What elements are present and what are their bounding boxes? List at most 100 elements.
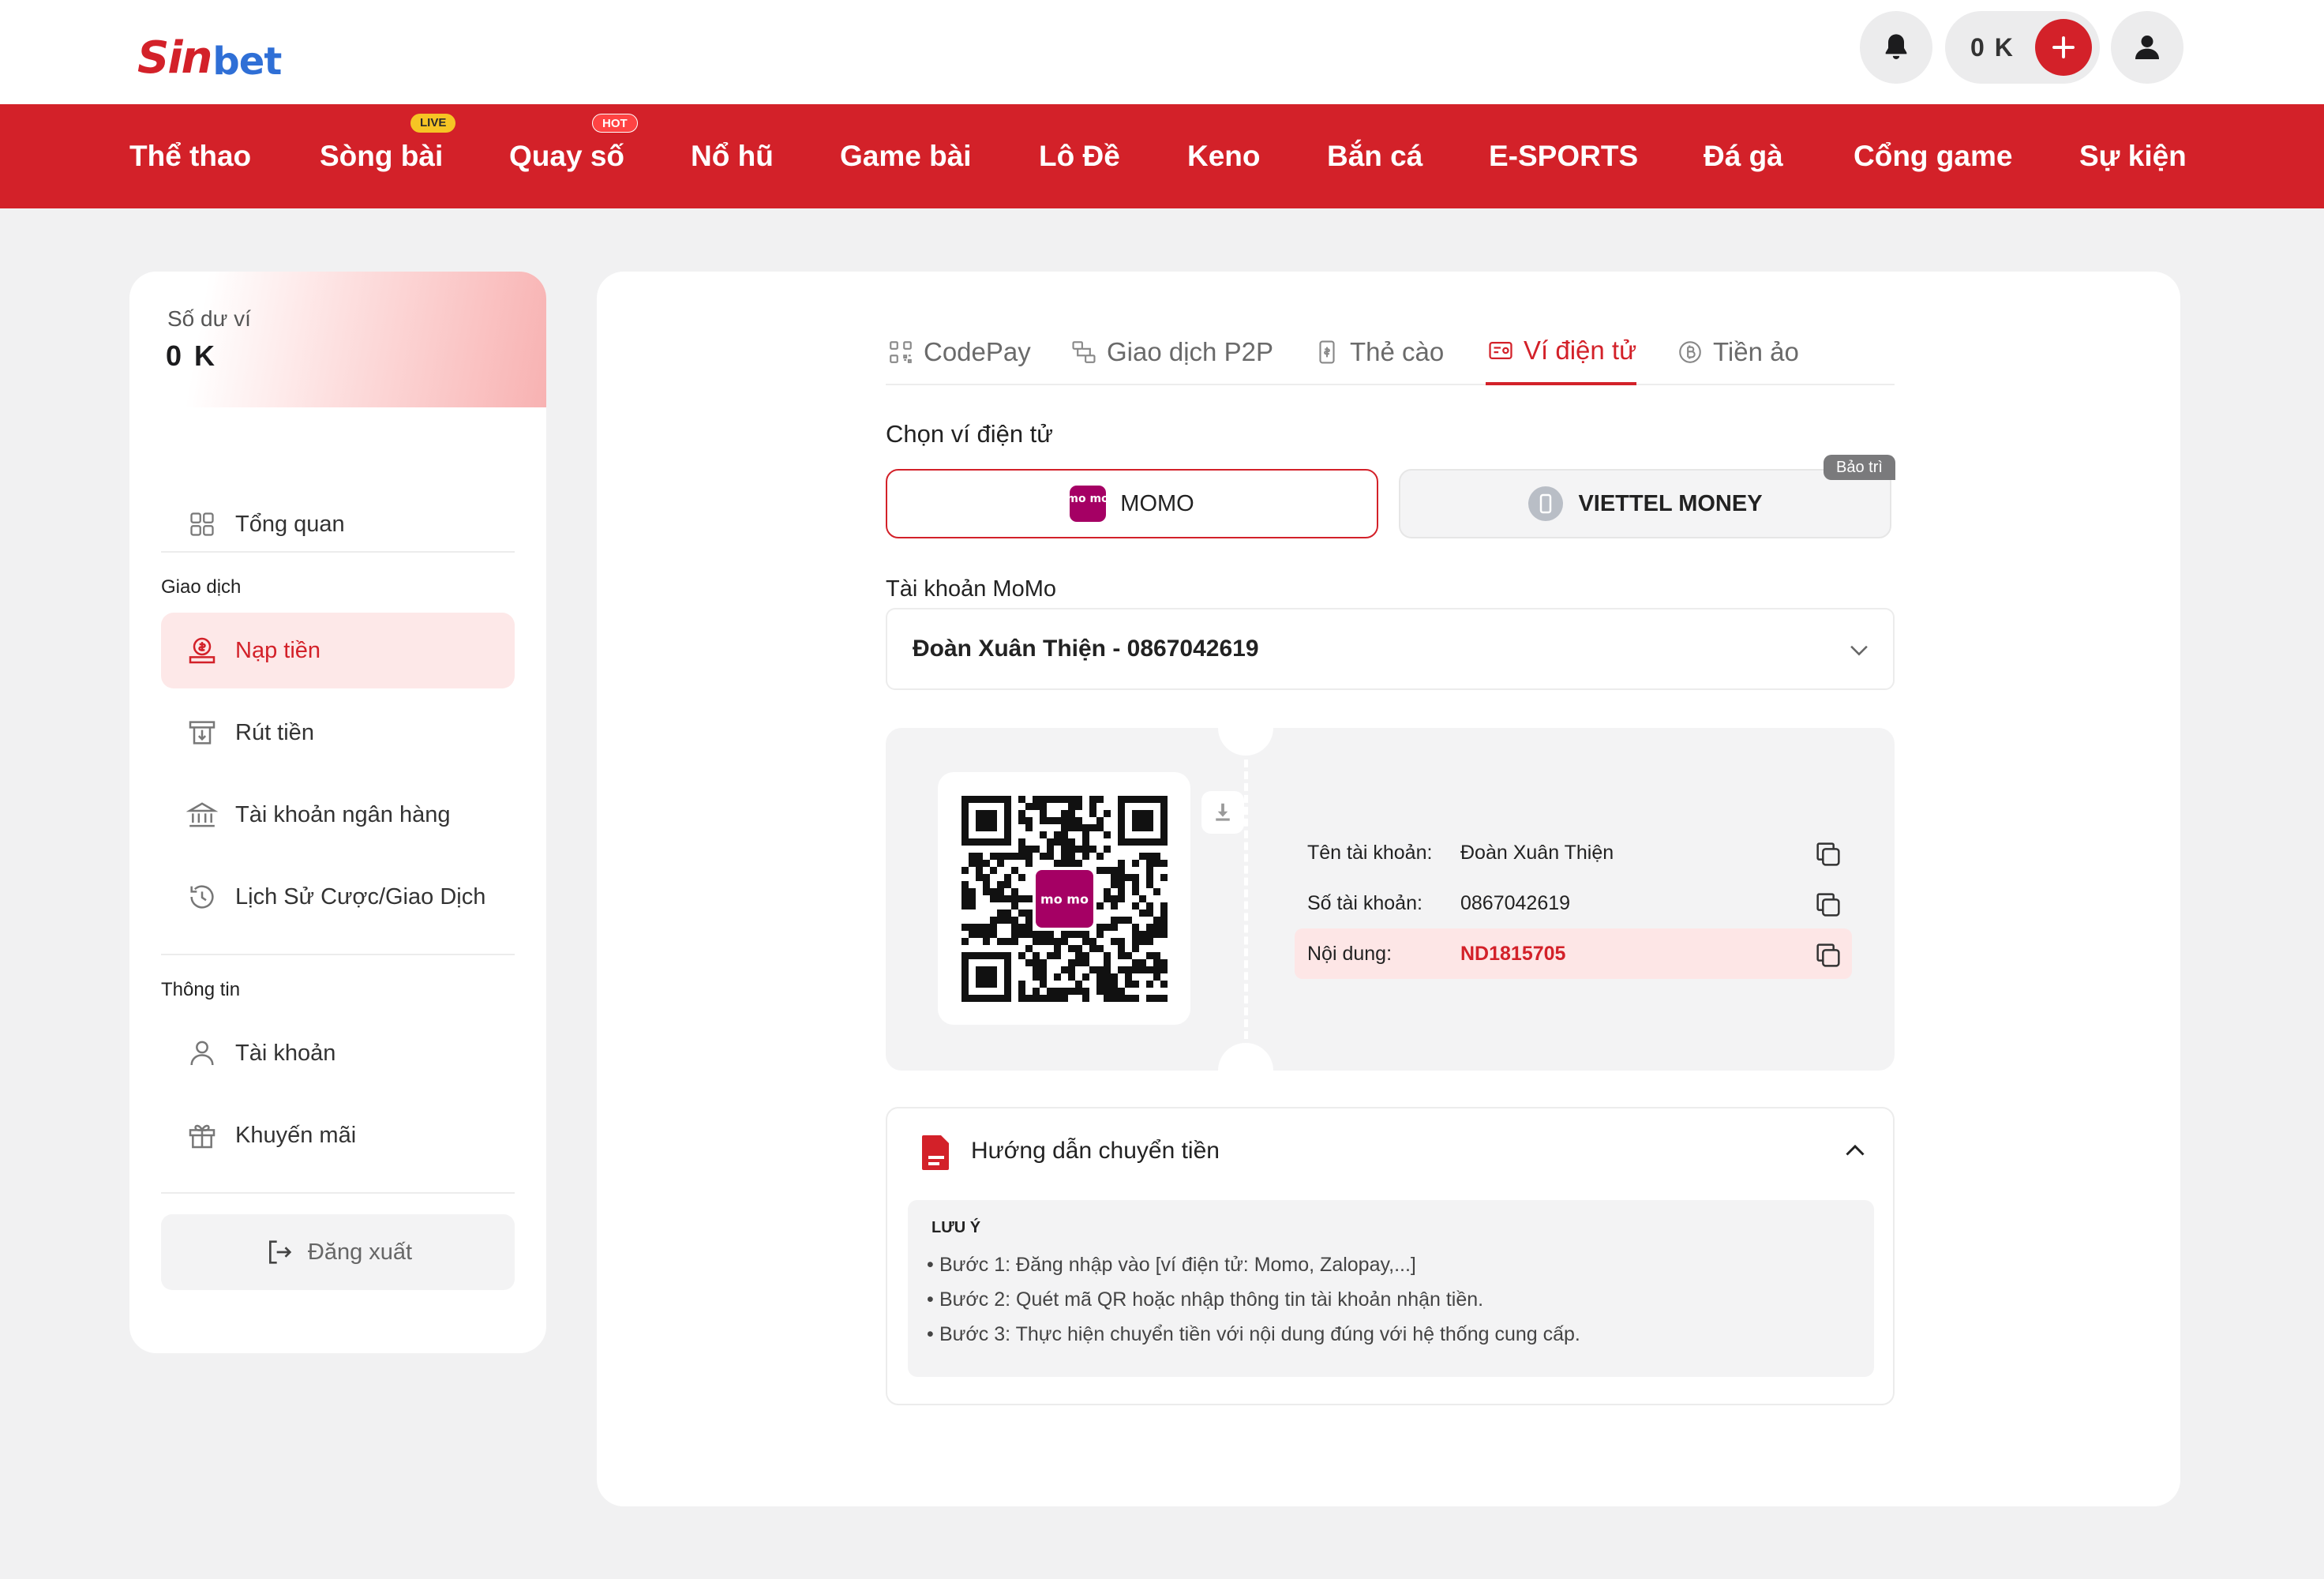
copy-icon[interactable] (1812, 838, 1844, 870)
tab-label: Giao dịch P2P (1107, 337, 1273, 366)
nav-sports[interactable]: Thể thao (129, 104, 251, 208)
nav-fishing[interactable]: Bắn cá (1327, 104, 1423, 208)
tab-e-wallet[interactable]: Ví điện tử (1486, 319, 1637, 385)
qr-momo-logo-text: mo mo (1040, 892, 1089, 907)
guide-note-box: LƯU Ý Bước 1: Đăng nhập vào [ví điện tử:… (908, 1200, 1874, 1377)
sidebar-item-label: Tài khoản (235, 1040, 336, 1066)
tab-label: Tiền ảo (1713, 337, 1799, 366)
divider (161, 551, 515, 553)
guide-step: Bước 1: Đăng nhập vào [ví điện tử: Momo,… (927, 1254, 1416, 1277)
wallet-balance-label: Số dư ví (167, 306, 251, 331)
nav-card-games[interactable]: Game bài (840, 104, 972, 208)
tab-label: Ví điện tử (1524, 336, 1637, 365)
sidebar-item-promotions[interactable]: Khuyến mãi (161, 1097, 515, 1173)
tab-codepay[interactable]: CodePay (886, 319, 1031, 385)
download-icon (1216, 803, 1230, 821)
nav-events[interactable]: Sự kiện (2079, 104, 2187, 208)
header-balance[interactable]: 0 K (1945, 11, 2100, 84)
sidebar-item-label: Tài khoản ngân hàng (235, 801, 451, 827)
nav-game-portal[interactable]: Cổng game (1854, 104, 2012, 208)
chevron-down-icon (1850, 645, 1868, 656)
nav-keno[interactable]: Keno (1187, 104, 1261, 208)
momo-icon: mo mo (1070, 486, 1107, 522)
ticket-perforation (1244, 759, 1248, 1039)
logo-text-bet: bet (212, 39, 282, 84)
section-transactions: Giao dịch (161, 576, 242, 598)
account-sidebar: Số dư ví 0 K Tổng quan Giao dịch Nạp tiề… (129, 272, 546, 1353)
logout-button[interactable]: Đăng xuất (161, 1214, 515, 1290)
copy-icon[interactable] (1812, 889, 1844, 921)
sidebar-item-label: Tổng quan (235, 511, 345, 537)
section-info: Thông tin (161, 979, 241, 1000)
sidebar-item-label: Khuyến mãi (235, 1122, 357, 1148)
history-icon (182, 876, 223, 917)
momo-account-select[interactable]: Đoàn Xuân Thiện - 0867042619 (886, 608, 1895, 690)
payment-method-tabs: CodePay Giao dịch P2P Thẻ cào Ví điện tử… (886, 319, 1895, 385)
account-number-row: Số tài khoản: 0867042619 (1295, 878, 1852, 928)
download-qr-button[interactable] (1201, 791, 1244, 834)
wallet-option-label: MOMO (1120, 490, 1194, 516)
ewallet-icon (1486, 336, 1516, 366)
transfer-content-label: Nội dung: (1307, 943, 1393, 965)
wallet-option-momo[interactable]: mo mo MOMO (886, 469, 1378, 538)
account-select-value: Đoàn Xuân Thiện - 0867042619 (913, 636, 1259, 662)
sidebar-item-account[interactable]: Tài khoản (161, 1015, 515, 1091)
sidebar-item-history[interactable]: Lịch Sử Cược/Giao Dịch (161, 859, 515, 935)
sidebar-item-deposit[interactable]: Nạp tiền (161, 613, 515, 688)
logo-text-sin: Sin (137, 32, 212, 84)
user-menu-button[interactable] (2111, 11, 2183, 84)
ticket-notch-bottom (1218, 1043, 1273, 1098)
payment-info-ticket: mo mo Tên tài khoản: Đoàn Xuân Thiện Số … (886, 700, 1895, 1098)
tab-p2p[interactable]: Giao dịch P2P (1069, 319, 1273, 385)
sidebar-item-label: Nạp tiền (235, 637, 321, 663)
tab-label: Thẻ cào (1350, 337, 1445, 366)
guide-step: Bước 3: Thực hiện chuyển tiền với nội du… (927, 1323, 1580, 1346)
chevron-up-icon[interactable] (1841, 1137, 1869, 1165)
transfer-guide-title: Hướng dẫn chuyển tiền (971, 1138, 1220, 1164)
tab-scratch-card[interactable]: Thẻ cào (1312, 319, 1444, 385)
nav-lode[interactable]: Lô Đề (1039, 104, 1120, 208)
account-name-value: Đoàn Xuân Thiện (1460, 842, 1614, 864)
nav-esports[interactable]: E-SPORTS (1489, 104, 1638, 208)
plus-icon (2052, 36, 2075, 58)
nav-slots[interactable]: Nổ hũ (691, 104, 774, 208)
main-nav: Thể thao Sòng bài LIVE Quay số HOT Nổ hũ… (0, 104, 2324, 208)
add-funds-button[interactable] (2035, 19, 2092, 76)
account-name-label: Tên tài khoản: (1307, 842, 1433, 864)
account-number-value: 0867042619 (1460, 892, 1571, 914)
header-balance-value: 0 K (1970, 33, 2015, 62)
p2p-icon (1069, 337, 1099, 367)
live-badge: LIVE (410, 114, 456, 133)
transfer-content-row: Nội dung: ND1815705 (1295, 928, 1852, 979)
grid-icon (182, 504, 223, 545)
viettel-money-icon (1527, 486, 1564, 522)
user-icon (182, 1033, 223, 1074)
logout-label: Đăng xuất (307, 1239, 413, 1265)
momo-logo-text: mo mo (1070, 493, 1106, 505)
document-icon (922, 1135, 949, 1170)
choose-wallet-title: Chọn ví điện tử (886, 420, 1054, 448)
copy-icon[interactable] (1812, 940, 1844, 971)
sidebar-item-bank-accounts[interactable]: Tài khoản ngân hàng (161, 777, 515, 853)
qr-code: mo mo (961, 796, 1168, 1002)
sinbet-logo[interactable]: Sin bet (137, 21, 282, 84)
gift-icon (182, 1115, 223, 1156)
account-label: Tài khoản MoMo (886, 576, 1056, 602)
guide-step: Bước 2: Quét mã QR hoặc nhập thông tin t… (927, 1288, 1483, 1311)
account-name-row: Tên tài khoản: Đoàn Xuân Thiện (1295, 827, 1852, 878)
nav-cockfight[interactable]: Đá gà (1704, 104, 1783, 208)
notification-button[interactable] (1860, 11, 1932, 84)
wallet-option-viettel-money[interactable]: VIETTEL MONEY (1399, 469, 1891, 538)
sidebar-item-withdraw[interactable]: Rút tiền (161, 695, 515, 771)
maintenance-badge: Bảo trì (1824, 455, 1895, 480)
bitcoin-icon (1675, 337, 1705, 367)
ticket-notch-top (1218, 700, 1273, 756)
sidebar-item-label: Lịch Sử Cược/Giao Dịch (235, 883, 486, 910)
hot-badge: HOT (592, 114, 638, 133)
top-bar: Sin bet 0 K (0, 0, 2324, 104)
deposit-icon (182, 630, 223, 671)
sidebar-item-label: Rút tiền (235, 719, 314, 745)
wallet-balance-card: Số dư ví 0 K (129, 272, 546, 407)
tab-crypto[interactable]: Tiền ảo (1675, 319, 1799, 385)
qr-code-card: mo mo (938, 772, 1190, 1025)
